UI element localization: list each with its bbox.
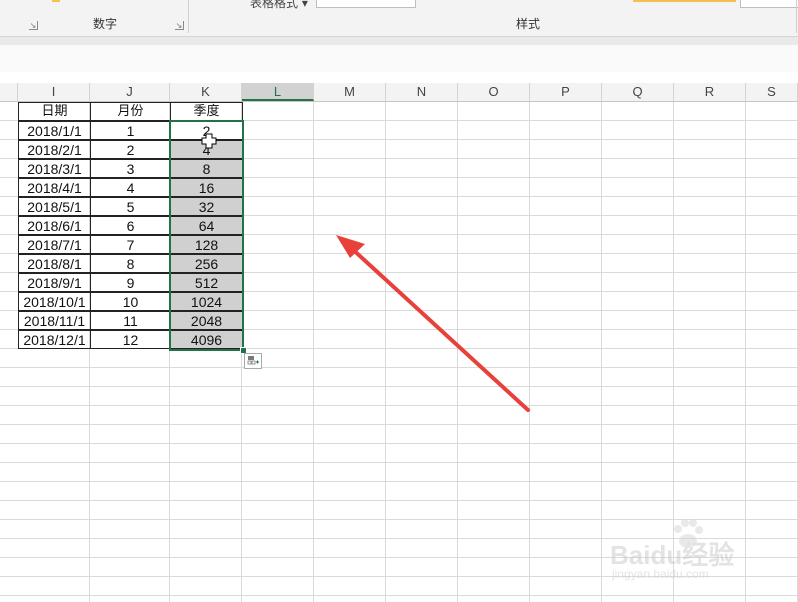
annotation-arrow-icon (336, 235, 530, 412)
baidu-watermark: Baidu经验 jingyan.baidu.com (610, 515, 760, 585)
watermark-sub-text: jingyan.baidu.com (612, 567, 709, 581)
